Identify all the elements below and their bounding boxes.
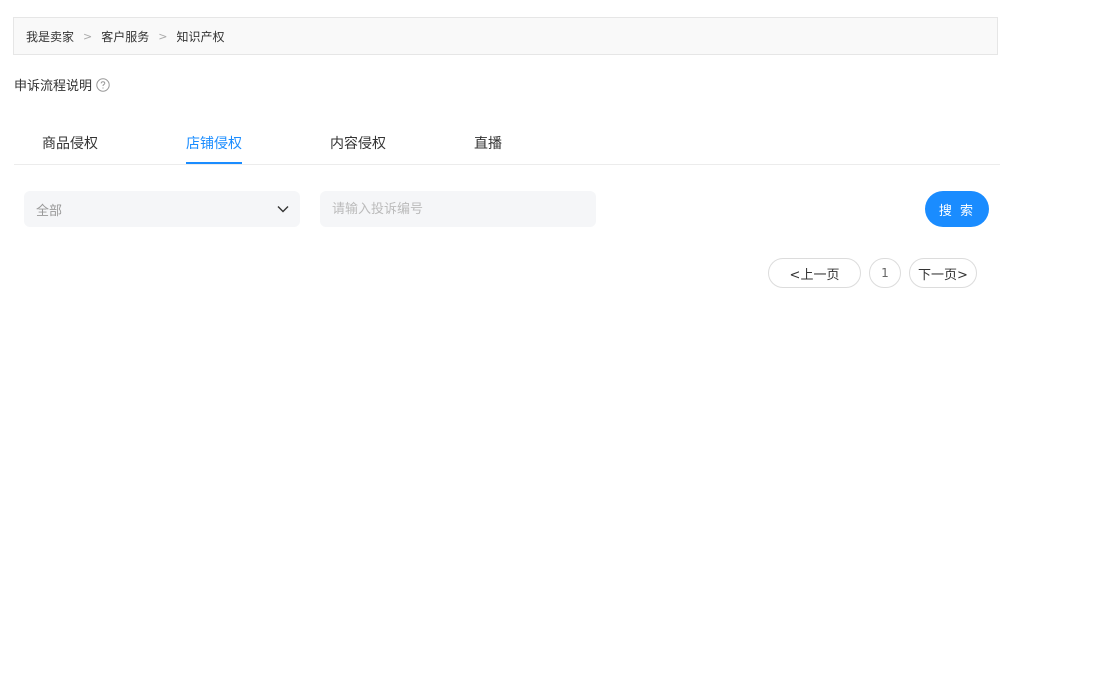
tab-bar: 商品侵权 店铺侵权 内容侵权 直播 <box>14 122 1000 165</box>
breadcrumb-item-seller[interactable]: 我是卖家 <box>26 28 74 45</box>
breadcrumb-item-ip: 知识产权 <box>176 29 225 44</box>
breadcrumb-item-customer-service[interactable]: 客户服务 <box>101 28 149 45</box>
appeal-process-help[interactable]: 申诉流程说明 <box>14 75 110 94</box>
prev-page-button[interactable]: <上一页 <box>768 258 861 288</box>
breadcrumb: 我是卖家 > 客户服务 > 知识产权 <box>13 17 998 55</box>
breadcrumb-separator: > <box>158 29 168 43</box>
search-button[interactable]: 搜 索 <box>925 191 989 227</box>
page: 我是卖家 > 客户服务 > 知识产权 申诉流程说明 商品侵权 店铺侵权 内容侵权… <box>0 0 1096 674</box>
breadcrumb-separator: > <box>83 29 93 43</box>
page-number-button[interactable]: 1 <box>869 258 901 288</box>
tab-goods-infringement[interactable]: 商品侵权 <box>42 122 98 164</box>
tab-content-infringement[interactable]: 内容侵权 <box>330 122 386 164</box>
complaint-number-input[interactable] <box>320 191 596 227</box>
chevron-down-icon <box>276 202 290 216</box>
tab-store-infringement[interactable]: 店铺侵权 <box>186 122 242 164</box>
category-select[interactable]: 全部 <box>24 191 300 227</box>
next-page-button[interactable]: 下一页> <box>909 258 977 288</box>
question-circle-icon[interactable] <box>96 77 110 92</box>
appeal-process-label: 申诉流程说明 <box>14 79 93 94</box>
category-select-value: 全部 <box>36 203 63 219</box>
tab-live[interactable]: 直播 <box>474 122 502 164</box>
